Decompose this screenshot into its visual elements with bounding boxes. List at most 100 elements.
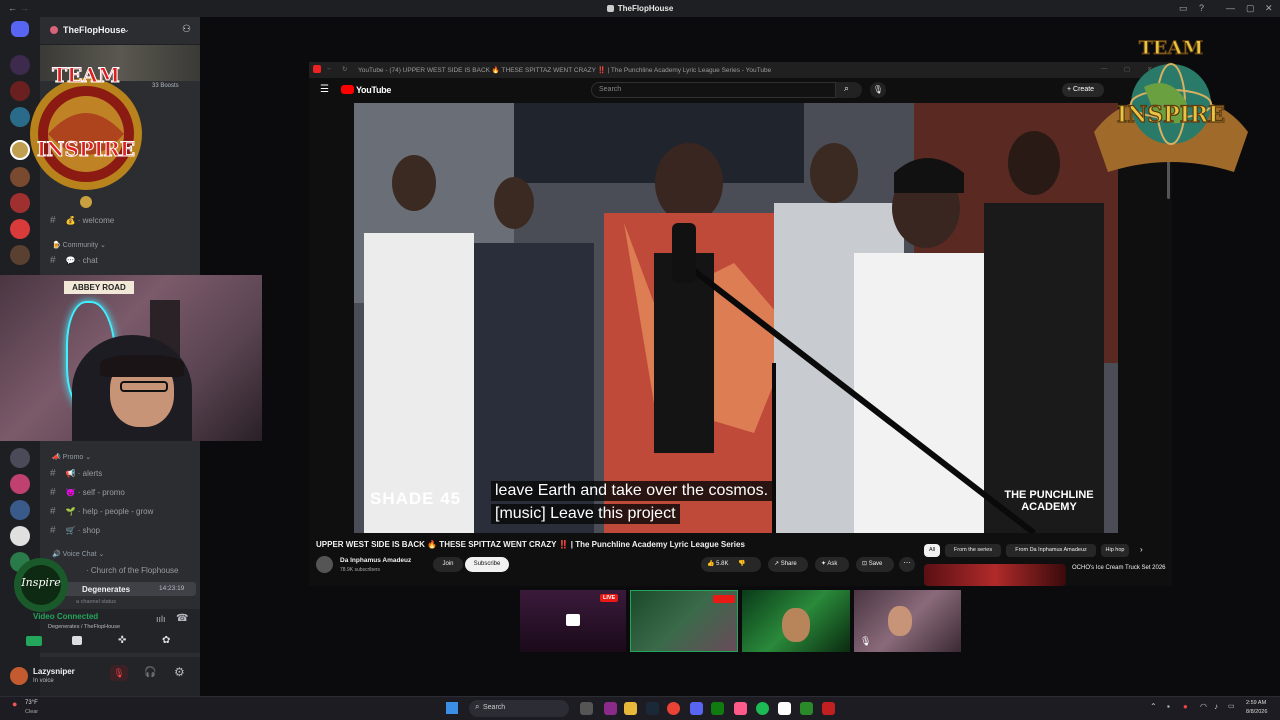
chip-from-channel[interactable]: From Da Inphamus Amadeuz <box>1006 544 1096 557</box>
search-input[interactable]: Search <box>591 82 836 98</box>
headphones-icon[interactable]: 🎧 <box>144 667 156 678</box>
share-button[interactable]: ↗ Share <box>768 557 808 572</box>
soundboard-icon[interactable]: ✿ <box>162 635 170 646</box>
xbox-icon[interactable] <box>711 702 724 715</box>
youtube-logo-icon[interactable] <box>341 85 354 94</box>
youtube-logo[interactable]: YouTube <box>356 85 391 95</box>
channel-name[interactable]: Da Inphamus Amadeuz <box>340 557 411 564</box>
windows-start-icon[interactable] <box>446 702 458 714</box>
tray-app-icon[interactable]: ● <box>1183 702 1188 711</box>
chip-all[interactable]: All <box>924 544 940 557</box>
channel-shop[interactable]: # 🛒 · shop <box>50 525 100 536</box>
bookmark-icon: ⊡ <box>862 561 868 567</box>
category-promo[interactable]: 📣 Promo ⌄ <box>52 453 91 461</box>
battery-icon[interactable]: ▭ <box>1228 702 1235 710</box>
tray-chevron-icon[interactable]: ⌃ <box>1150 702 1157 711</box>
up-next-title[interactable]: OCHO's Ice Cream Truck Set 2026 <box>1072 564 1167 572</box>
volume-icon[interactable]: ♪ <box>1214 702 1218 711</box>
channel-avatar[interactable] <box>316 556 333 573</box>
wifi-icon[interactable]: ◠ <box>1200 702 1207 711</box>
search-icon: ⌕ <box>475 702 480 711</box>
task-view-icon[interactable] <box>580 702 593 715</box>
stream-thumb-1[interactable]: LIVE <box>520 590 626 652</box>
app-icon[interactable] <box>822 702 835 715</box>
like-dislike-group: 👍 5.8K 👎 <box>701 557 761 572</box>
app-icon[interactable] <box>734 702 747 715</box>
subscribe-button[interactable]: Subscribe <box>465 557 509 572</box>
stream-thumb-4[interactable]: 🎙 <box>854 590 961 652</box>
weather-icon[interactable]: ● <box>12 699 17 709</box>
app-icon[interactable] <box>800 702 813 715</box>
server-header[interactable]: TheFlopHouse ⌄ ⚇ <box>40 17 200 45</box>
maximize-icon[interactable]: ▢ <box>1246 3 1255 14</box>
server-icon[interactable] <box>10 500 30 520</box>
join-button[interactable]: Join <box>433 557 463 572</box>
chrome-icon[interactable] <box>667 702 680 715</box>
channel-alerts[interactable]: # 📢 · alerts <box>50 468 102 479</box>
server-name: TheFlopHouse <box>63 25 126 35</box>
weather-temp[interactable]: 73°F <box>25 700 38 706</box>
help-icon[interactable]: ? <box>1199 3 1204 13</box>
mute-mic-icon[interactable]: 🎙 <box>110 665 128 681</box>
channel-welcome[interactable]: # 💰 · welcome <box>50 215 114 226</box>
browser-tab-title[interactable]: YouTube - (74) UPPER WEST SIDE IS BACK 🔥… <box>358 66 813 74</box>
logo-left-text-inspire: INSPIRE <box>37 137 135 161</box>
category-community[interactable]: 🍺 Community ⌄ <box>52 241 106 249</box>
server-icon[interactable] <box>10 474 30 494</box>
voice-channel-church[interactable]: · Church of the Flophouse <box>86 566 179 575</box>
disconnect-icon[interactable]: ☎ <box>176 613 188 624</box>
taskbar-search[interactable]: ⌕ Search <box>469 700 569 717</box>
channel-chat[interactable]: # 💬 · chat <box>50 255 98 266</box>
server-icon[interactable] <box>10 245 30 265</box>
chip-hip-hop[interactable]: Hip hop <box>1101 544 1129 557</box>
ask-button[interactable]: ✦ Ask <box>815 557 849 572</box>
back-arrow-icon[interactable]: ← <box>326 65 333 72</box>
camera-icon[interactable] <box>26 636 42 646</box>
channel-help-people-grow[interactable]: # 🌱 · help - people - grow <box>50 506 153 517</box>
avatar[interactable] <box>10 667 28 685</box>
close-icon[interactable]: ✕ <box>1265 3 1273 14</box>
video-player[interactable]: SHADE 45 THE PUNCHLINE ACADEMY leave Ear… <box>354 103 1118 533</box>
add-member-icon[interactable]: ⚇ <box>182 24 191 35</box>
voice-activity-icon[interactable]: ıılı <box>156 614 166 624</box>
search-button[interactable]: ⌕ <box>836 82 862 98</box>
tray-app-icon[interactable]: ▪ <box>1167 702 1170 711</box>
reload-icon[interactable]: ↻ <box>342 65 347 73</box>
server-icon[interactable] <box>10 526 30 546</box>
discord-icon[interactable] <box>690 702 703 715</box>
app-icon[interactable] <box>778 702 791 715</box>
like-count[interactable]: 5.8K <box>716 561 728 567</box>
chevron-right-icon[interactable]: › <box>1140 545 1143 554</box>
thumbs-up-icon[interactable]: 👍 <box>707 561 714 567</box>
clock-date[interactable]: 8/8/2026 <box>1246 709 1267 715</box>
chip-from-series[interactable]: From the series <box>945 544 1001 557</box>
youtube-header: ☰ YouTube Search ⌕ 🎙 + Create <box>309 78 1172 103</box>
hash-icon: # <box>50 255 56 266</box>
channel-self-promo[interactable]: # 😈 · self - promo <box>50 487 125 498</box>
thumbs-down-icon[interactable]: 👎 <box>738 561 745 567</box>
more-options-icon[interactable]: ⋯ <box>899 557 915 572</box>
spotify-icon[interactable] <box>756 702 769 715</box>
inbox-icon[interactable]: ▭ <box>1179 3 1188 14</box>
headset <box>100 355 184 377</box>
screen-share-icon[interactable] <box>72 636 82 645</box>
voice-timer: 14:23:19 <box>159 585 185 592</box>
save-button[interactable]: ⊡ Save <box>856 557 894 572</box>
channel-status-field[interactable]: a channel status <box>76 599 116 605</box>
file-explorer-icon[interactable] <box>624 702 637 715</box>
app-icon[interactable] <box>604 702 617 715</box>
minimize-icon[interactable]: — <box>1226 3 1235 13</box>
activities-icon[interactable]: ✜ <box>118 635 126 646</box>
settings-gear-icon[interactable]: ⚙ <box>174 665 185 679</box>
steam-icon[interactable] <box>646 702 659 715</box>
stream-thumb-3[interactable] <box>742 590 850 652</box>
mic-icon[interactable]: 🎙 <box>870 82 886 98</box>
sparkle-icon: ✦ <box>821 561 827 567</box>
server-icon[interactable] <box>10 219 30 239</box>
clock-time[interactable]: 2:59 AM <box>1246 700 1266 706</box>
menu-icon[interactable]: ☰ <box>320 84 329 95</box>
discord-home-icon[interactable] <box>11 21 29 37</box>
stream-thumb-2[interactable] <box>630 590 738 652</box>
up-next-thumbnail[interactable] <box>924 564 1066 586</box>
server-icon[interactable] <box>10 448 30 468</box>
